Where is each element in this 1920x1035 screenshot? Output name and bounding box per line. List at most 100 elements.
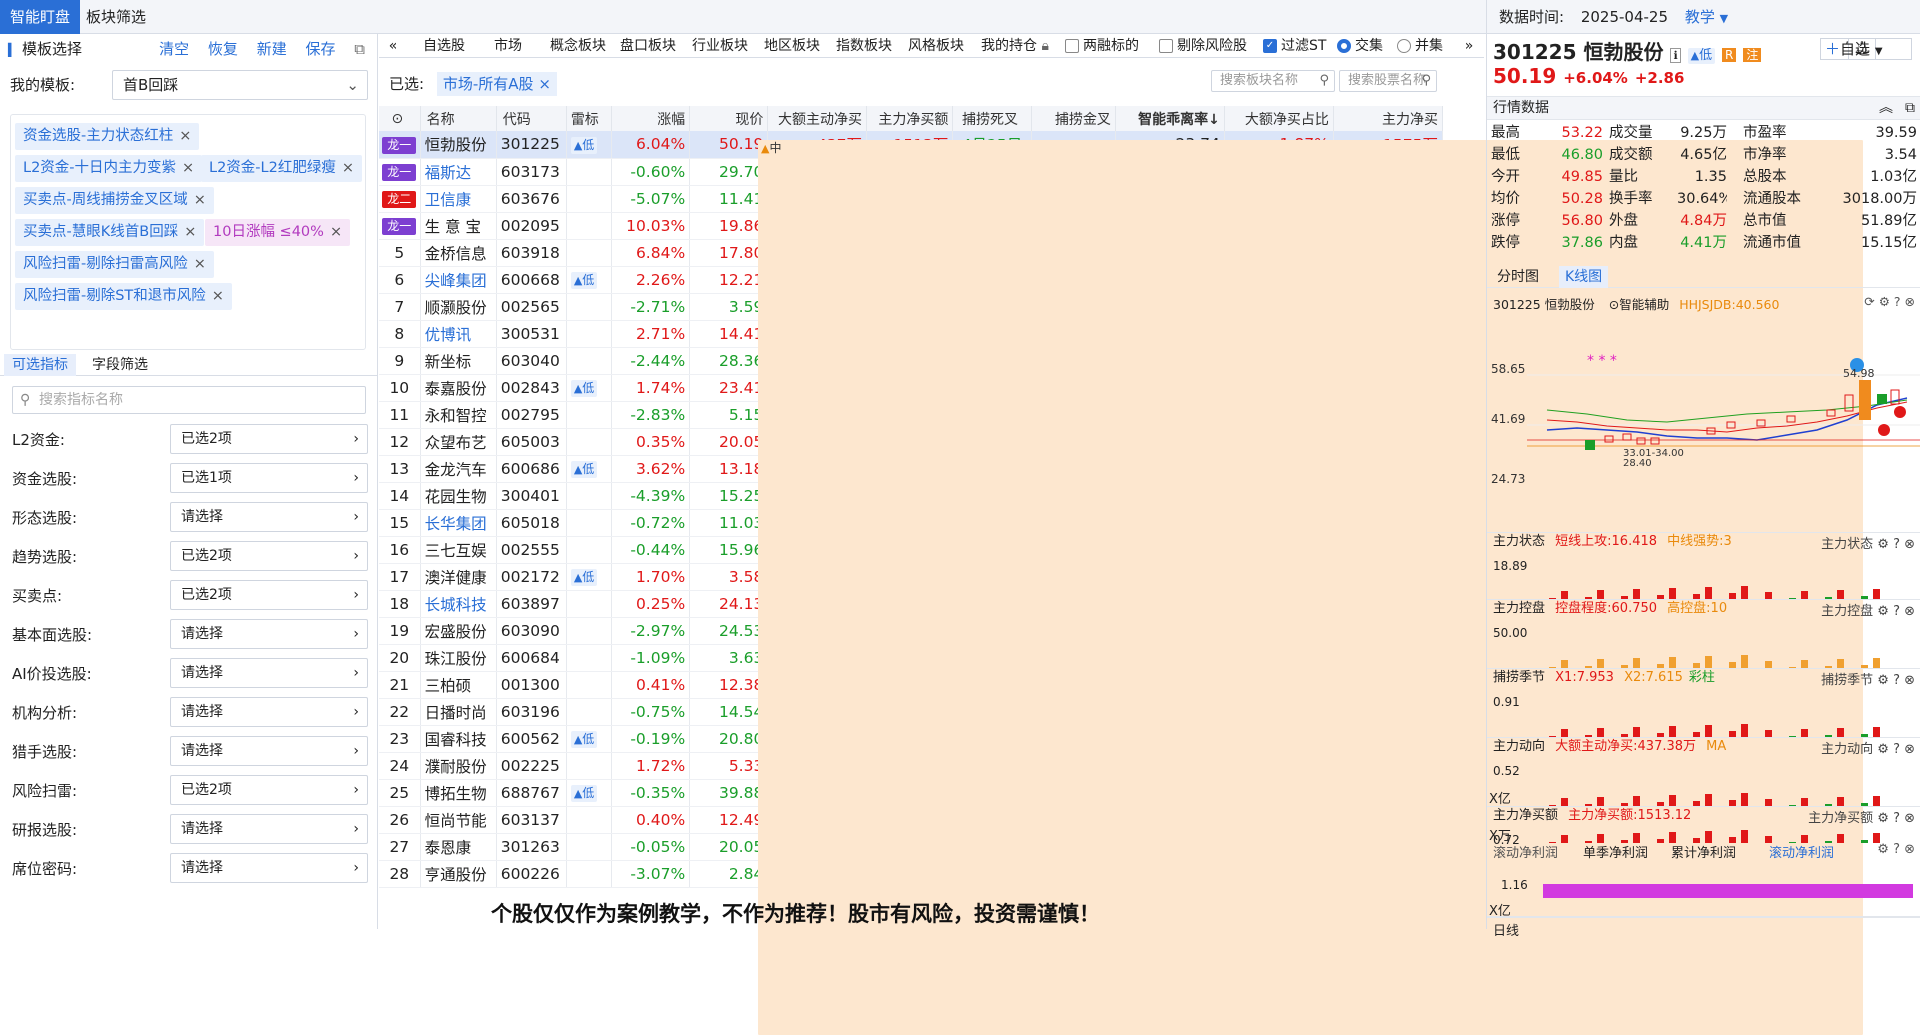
stock-name[interactable]: 日播时尚 xyxy=(420,698,497,726)
chosen-tag[interactable]: 市场-所有A股 × xyxy=(436,72,557,96)
stock-name[interactable]: 新坐标 xyxy=(420,347,497,375)
filter-select[interactable]: 请选择 › xyxy=(170,853,368,883)
stock-name[interactable]: 尖峰集团 xyxy=(420,266,497,294)
stock-name[interactable]: 长城科技 xyxy=(420,590,497,618)
stock-name[interactable]: 珠江股份 xyxy=(420,644,497,672)
filter-select[interactable]: 已选2项 › xyxy=(170,580,368,610)
stock-name[interactable]: 长华集团 xyxy=(420,509,497,537)
stock-name[interactable]: 泰嘉股份 xyxy=(420,374,497,402)
collapse-icon[interactable]: ▍ xyxy=(8,43,17,57)
table-row[interactable]: 22 日播时尚 603196 ▲中 -0.75% 14.54 -95万 -198… xyxy=(379,140,1863,1035)
filter-select[interactable]: 请选择 › xyxy=(170,619,368,649)
stock-name[interactable]: 宏盛股份 xyxy=(420,617,497,645)
radio-intersection[interactable]: 交集 xyxy=(1337,36,1397,56)
clear-button[interactable]: 清空 xyxy=(159,40,189,58)
col-big[interactable]: 大额主动净买 xyxy=(767,106,868,131)
new-button[interactable]: 新建 xyxy=(257,40,287,58)
tag-item[interactable]: 风险扫雷-剔除扫雷高风险 × xyxy=(15,251,214,278)
col-net[interactable]: 主力净买 xyxy=(1333,106,1444,131)
tab-industry[interactable]: 行业板块 xyxy=(687,36,753,56)
indicator-panel[interactable]: 主力控盘 控盘程度:60.750 高控盘:10 主力控盘 ⚙ ? ⊗ 50.00 xyxy=(1487,599,1920,668)
col-gold[interactable]: 捕捞金叉 xyxy=(1031,106,1116,131)
stock-name[interactable]: 泰恩康 xyxy=(420,833,497,861)
my-template-select[interactable]: 首B回踩 ⌄ xyxy=(112,70,368,100)
stock-name[interactable]: 恒尚节能 xyxy=(420,806,497,834)
stock-name[interactable]: 濮耐股份 xyxy=(420,752,497,780)
tab-style[interactable]: 风格板块 xyxy=(903,36,969,56)
profit-tab-quarter[interactable]: 单季净利润 xyxy=(1583,842,1648,861)
stock-name[interactable]: 金桥信息 xyxy=(420,239,497,267)
filter-select[interactable]: 请选择 › xyxy=(170,502,368,532)
chart-tool-icons[interactable]: ⚙ ? ⊗ xyxy=(1877,842,1915,857)
tab-intraday[interactable]: 分时图 xyxy=(1491,266,1545,288)
col-main[interactable]: 主力净买额 xyxy=(866,106,954,131)
profit-tab-cumulative[interactable]: 累计净利润 xyxy=(1671,842,1736,861)
stock-name[interactable]: 众望布艺 xyxy=(420,428,497,456)
stock-name[interactable]: 生 意 宝 xyxy=(420,212,497,240)
check-margin[interactable]: 两融标的 xyxy=(1065,36,1155,56)
filter-select[interactable]: 请选择 › xyxy=(170,697,368,727)
col-ratio[interactable]: 大额净买占比 xyxy=(1224,106,1334,131)
tag-item[interactable]: 买卖点-周线捕捞金叉区域 × xyxy=(15,187,214,214)
stock-name[interactable]: 三七互娱 xyxy=(420,536,497,564)
teach-link[interactable]: 教学 ▼ xyxy=(1685,8,1728,26)
tag-item[interactable]: 10日涨幅 ≤40% × xyxy=(205,219,351,246)
radio-union[interactable]: 并集 xyxy=(1397,36,1457,56)
add-watchlist-button[interactable]: ＋自选 ▼ xyxy=(1820,38,1912,60)
chevron-right-icon[interactable]: » xyxy=(1461,36,1477,56)
tag-item[interactable]: 风险扫雷-剔除ST和退市风险 × xyxy=(15,283,232,310)
chevron-left-icon[interactable]: « xyxy=(385,36,401,56)
profit-tab-rolling-2[interactable]: 滚动净利润 xyxy=(1769,842,1834,861)
stock-name[interactable]: 卫信康 xyxy=(420,185,497,213)
stock-name[interactable]: 金龙汽车 xyxy=(420,455,497,483)
tag-item[interactable]: 资金选股-主力状态红柱 × xyxy=(15,123,200,150)
check-exclude-risk[interactable]: 剔除风险股 xyxy=(1159,36,1263,56)
col-name[interactable]: 名称 xyxy=(420,106,497,131)
tab-handicap[interactable]: 盘口板块 xyxy=(615,36,681,56)
indicator-search-input[interactable]: ⚲ 搜索指标名称 xyxy=(12,386,366,414)
filter-select[interactable]: 请选择 › xyxy=(170,814,368,844)
tag-item[interactable]: L2资金-L2红肥绿瘦 × xyxy=(201,155,362,182)
block-search-input[interactable]: 搜索板块名称 ⚲ xyxy=(1211,70,1335,92)
tab-smart-watch[interactable]: 智能盯盘 xyxy=(0,0,81,34)
tab-watchlist[interactable]: 自选股 xyxy=(415,36,473,56)
col-code[interactable]: 代码 xyxy=(496,106,567,131)
tab-holdings[interactable]: 我的持仓 🔒︎ xyxy=(975,36,1055,56)
col-dead[interactable]: 捕捞死叉 xyxy=(952,106,1032,131)
col-chg[interactable]: 涨幅 xyxy=(611,106,691,131)
col-price[interactable]: 现价 xyxy=(689,106,769,131)
filter-select[interactable]: 已选2项 › xyxy=(170,424,368,454)
filter-select[interactable]: 已选2项 › xyxy=(170,541,368,571)
tab-region[interactable]: 地区板块 xyxy=(759,36,825,56)
chart-tool-icons[interactable]: ⟳ ⚙ ? ⊗ xyxy=(1864,294,1915,309)
indicator-panel[interactable]: 主力动向 大额主动净买:437.38万 MA 主力动向 ⚙ ? ⊗ 0.52 X亿 xyxy=(1487,737,1920,807)
tab-kline[interactable]: K线图 xyxy=(1559,266,1609,288)
stock-name[interactable]: 花园生物 xyxy=(420,482,497,510)
period-label[interactable]: 日线 xyxy=(1493,920,1519,939)
tab-sector-filter[interactable]: 板块筛选 xyxy=(76,0,156,34)
stock-name[interactable]: 恒勃股份 xyxy=(420,131,497,159)
tab-index[interactable]: 指数板块 xyxy=(831,36,897,56)
filter-select[interactable]: 已选1项 › xyxy=(170,463,368,493)
stock-name[interactable]: 亨通股份 xyxy=(420,860,497,888)
save-button[interactable]: 保存 xyxy=(305,40,335,58)
tab-field-filter[interactable]: 字段筛选 xyxy=(84,354,156,376)
tag-item[interactable]: 买卖点-慧眼K线首B回踩 × xyxy=(15,219,205,246)
stock-name[interactable]: 福斯达 xyxy=(420,158,497,186)
stock-name[interactable]: 博拓生物 xyxy=(420,779,497,807)
indicator-panel[interactable]: 主力净买额 主力净买额:1513.12 主力净买额 ⚙ ? ⊗ 0.72 X万 xyxy=(1487,806,1920,847)
filter-select[interactable]: 请选择 › xyxy=(170,736,368,766)
profit-tab-rolling[interactable]: 滚动净利润 xyxy=(1493,842,1558,861)
col-lei[interactable]: 雷标 xyxy=(566,106,613,131)
tag-item[interactable]: L2资金-十日内主力变紫 × xyxy=(15,155,203,182)
kline-chart[interactable]: 58.65 41.69 24.73 * * * 54.98 33.01-34.0… xyxy=(1487,310,1920,530)
filter-select[interactable]: 已选2项 › xyxy=(170,775,368,805)
stock-name[interactable]: 永和智控 xyxy=(420,401,497,429)
restore-button[interactable]: 恢复 xyxy=(208,40,238,58)
stock-name[interactable]: 优博讯 xyxy=(420,320,497,348)
col-bias[interactable]: 智能乖离率↓ xyxy=(1115,106,1225,131)
indicator-panel[interactable]: 主力状态 短线上攻:16.418 中线强势:3 主力状态 ⚙ ? ⊗ 18.89 xyxy=(1487,532,1920,599)
filter-select[interactable]: 请选择 › xyxy=(170,658,368,688)
settings-icon[interactable]: ⊙ xyxy=(379,106,421,131)
tab-optional-indicators[interactable]: 可选指标 xyxy=(4,354,76,376)
